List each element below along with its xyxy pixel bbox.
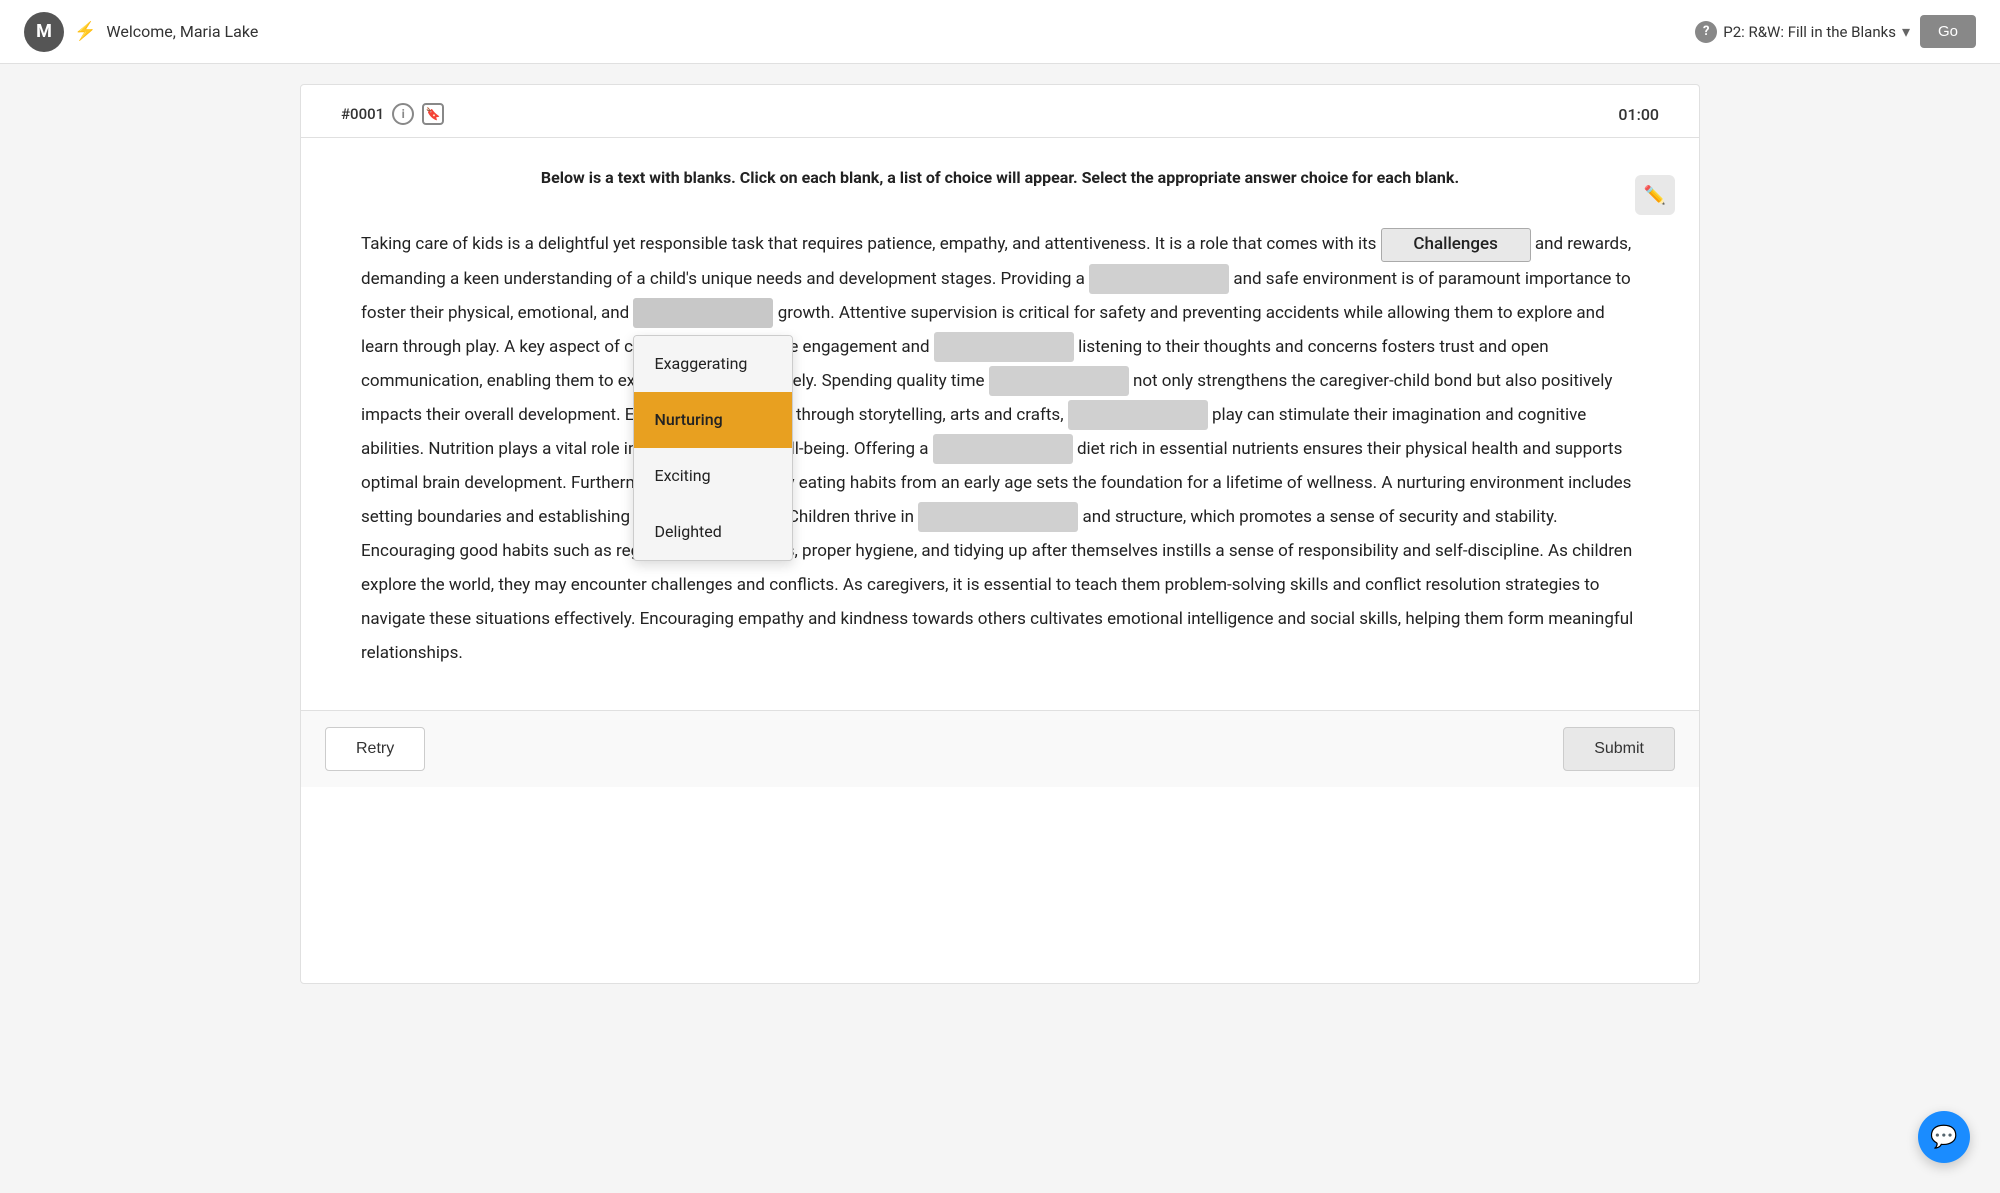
- dropdown-item-delighted[interactable]: Delighted: [634, 504, 792, 560]
- question-id-row: #0001 i 🔖: [341, 103, 444, 125]
- lightning-icon: ⚡: [74, 21, 96, 42]
- question-type-label: P2: R&W: Fill in the Blanks: [1723, 23, 1896, 41]
- blank-1[interactable]: Challenges: [1381, 228, 1531, 262]
- question-number: #0001: [341, 105, 384, 123]
- question-header: #0001 i 🔖 01:00: [301, 85, 1699, 138]
- edit-button[interactable]: ✏️: [1635, 175, 1675, 215]
- go-button[interactable]: Go: [1920, 15, 1976, 48]
- retry-button[interactable]: Retry: [325, 727, 425, 771]
- bottom-bar: Retry Submit: [301, 710, 1699, 787]
- passage-text-1: Taking care of kids is a delightful yet …: [361, 234, 1376, 254]
- blank-6[interactable]: [1068, 400, 1208, 430]
- blank-3[interactable]: [633, 298, 773, 328]
- blank-2[interactable]: [1089, 264, 1229, 294]
- avatar: M: [24, 12, 64, 52]
- timer-display: 01:00: [1618, 105, 1659, 124]
- submit-button[interactable]: Submit: [1563, 727, 1675, 771]
- blank-5[interactable]: [989, 366, 1129, 396]
- chevron-down-icon: ▾: [1902, 22, 1910, 41]
- blank-4[interactable]: [934, 332, 1074, 362]
- blank-3-wrapper: Exaggerating Nurturing Exciting Delighte…: [633, 303, 777, 323]
- edit-icon-container: ✏️: [1635, 175, 1675, 215]
- chat-bubble[interactable]: 💬: [1918, 1111, 1970, 1163]
- blank-7[interactable]: [933, 434, 1073, 464]
- main-content: #0001 i 🔖 01:00 ✏️ Below is a text with …: [300, 84, 1700, 984]
- header-left: M ⚡ Welcome, Maria Lake: [24, 12, 258, 52]
- blank-8[interactable]: [918, 502, 1078, 532]
- welcome-text: Welcome, Maria Lake: [106, 22, 258, 41]
- dropdown-item-exaggerating[interactable]: Exaggerating: [634, 336, 792, 392]
- help-icon: ?: [1695, 21, 1717, 43]
- app-header: M ⚡ Welcome, Maria Lake ? P2: R&W: Fill …: [0, 0, 2000, 64]
- dropdown-menu: Exaggerating Nurturing Exciting Delighte…: [633, 335, 793, 561]
- dropdown-item-nurturing[interactable]: Nurturing: [634, 392, 792, 448]
- instruction-text: Below is a text with blanks. Click on ea…: [301, 138, 1699, 207]
- passage: Taking care of kids is a delightful yet …: [301, 207, 1699, 710]
- info-icon[interactable]: i: [392, 103, 414, 125]
- header-right: ? P2: R&W: Fill in the Blanks ▾ Go: [1695, 15, 1976, 48]
- bookmark-icon[interactable]: 🔖: [422, 103, 444, 125]
- dropdown-item-exciting[interactable]: Exciting: [634, 448, 792, 504]
- question-type-selector[interactable]: ? P2: R&W: Fill in the Blanks ▾: [1695, 21, 1910, 43]
